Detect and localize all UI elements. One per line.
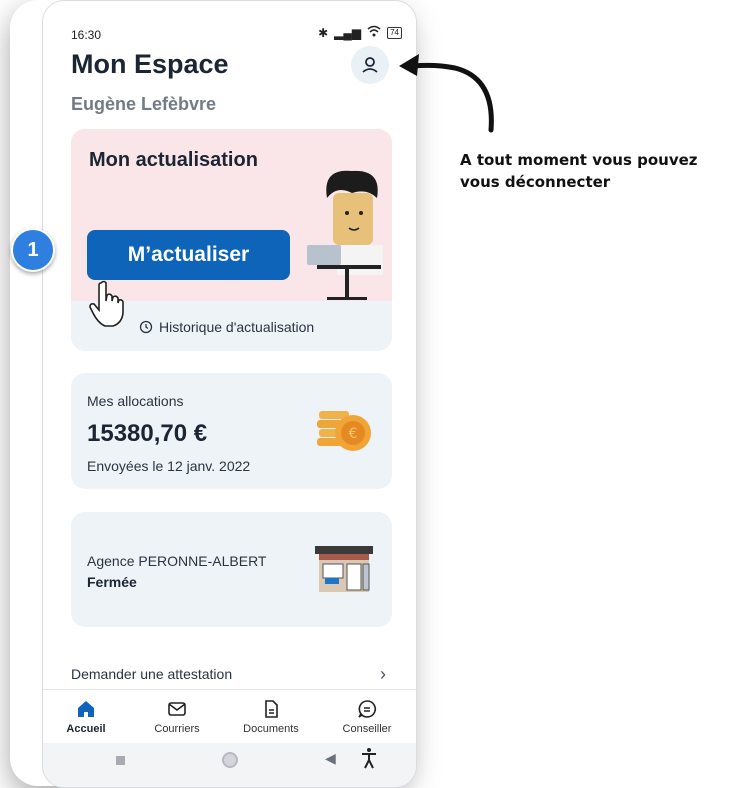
allocations-card[interactable]: Mes allocations 15380,70 € Envoyées le 1…: [71, 373, 392, 489]
curved-arrow-icon: [399, 54, 494, 133]
bottom-tab-bar: Accueil Courriers Documents Conseiller: [43, 689, 416, 742]
page-title: Mon Espace: [71, 49, 229, 79]
tab-documents[interactable]: Documents: [236, 698, 306, 735]
wifi-icon: [367, 25, 381, 40]
step-badge: 1: [11, 228, 55, 272]
status-bar: 16:30 ✱ ▂▄▆ 74: [43, 1, 416, 42]
tab-label: Conseiller: [342, 723, 392, 735]
accessibility-icon[interactable]: [361, 747, 377, 769]
allocations-date: Envoyées le 12 janv. 2022: [87, 458, 251, 474]
user-icon: [362, 57, 378, 73]
actualiser-button[interactable]: M’actualiser: [87, 230, 290, 280]
profile-button[interactable]: [351, 46, 389, 84]
signal-icon: ▂▄▆: [334, 25, 362, 40]
chevron-right-icon: ›: [380, 664, 386, 684]
actualisation-card: Mon actualisation M’actualiser Historiqu…: [71, 129, 392, 351]
mail-icon: [168, 702, 186, 716]
history-icon: [139, 320, 153, 334]
battery-icon: 74: [387, 26, 402, 39]
agence-status: Fermée: [87, 574, 137, 590]
attestation-link[interactable]: Demander une attestation ›: [71, 664, 392, 688]
hand-cursor-icon: [89, 280, 124, 327]
allocations-label: Mes allocations: [87, 393, 184, 409]
home-icon: [78, 701, 94, 717]
history-label: Historique d'actualisation: [159, 319, 315, 335]
tab-label: Documents: [243, 723, 299, 735]
back-button[interactable]: ◀: [325, 750, 336, 767]
user-name: Eugène Lefèbvre: [71, 94, 217, 114]
bluetooth-icon: ✱: [318, 25, 329, 40]
status-time: 16:30: [71, 28, 102, 42]
history-link[interactable]: Historique d'actualisation: [139, 319, 314, 335]
person-laptop-illustration: [307, 170, 383, 300]
tab-label: Courriers: [154, 723, 200, 735]
allocations-amount: 15380,70 €: [87, 420, 208, 447]
agence-card[interactable]: Agence PERONNE-ALBERT Fermée: [71, 512, 392, 627]
agence-name: Agence PERONNE-ALBERT: [87, 553, 267, 569]
tab-conseiller[interactable]: Conseiller: [332, 698, 402, 735]
tab-label: Accueil: [66, 723, 106, 735]
actualisation-title: Mon actualisation: [89, 149, 258, 171]
attestation-label: Demander une attestation: [71, 666, 233, 682]
coins-icon: €: [317, 411, 371, 451]
agency-building-icon: [315, 546, 373, 592]
tab-accueil[interactable]: Accueil: [51, 698, 121, 735]
svg-text:€: €: [349, 426, 358, 442]
logout-annotation: A tout moment vous pouvez vous déconnect…: [460, 151, 698, 191]
phone-screen: 16:30 ✱ ▂▄▆ 74 Mon Espace Eugène Lefèbvr…: [42, 0, 417, 788]
recent-apps-button[interactable]: [116, 756, 125, 765]
tab-courriers[interactable]: Courriers: [142, 698, 212, 735]
status-icons: ✱ ▂▄▆ 74: [318, 25, 402, 40]
home-button[interactable]: [222, 752, 238, 768]
chat-icon: [358, 700, 376, 718]
document-icon: [265, 700, 278, 718]
system-nav-bar: ◀: [43, 743, 416, 787]
